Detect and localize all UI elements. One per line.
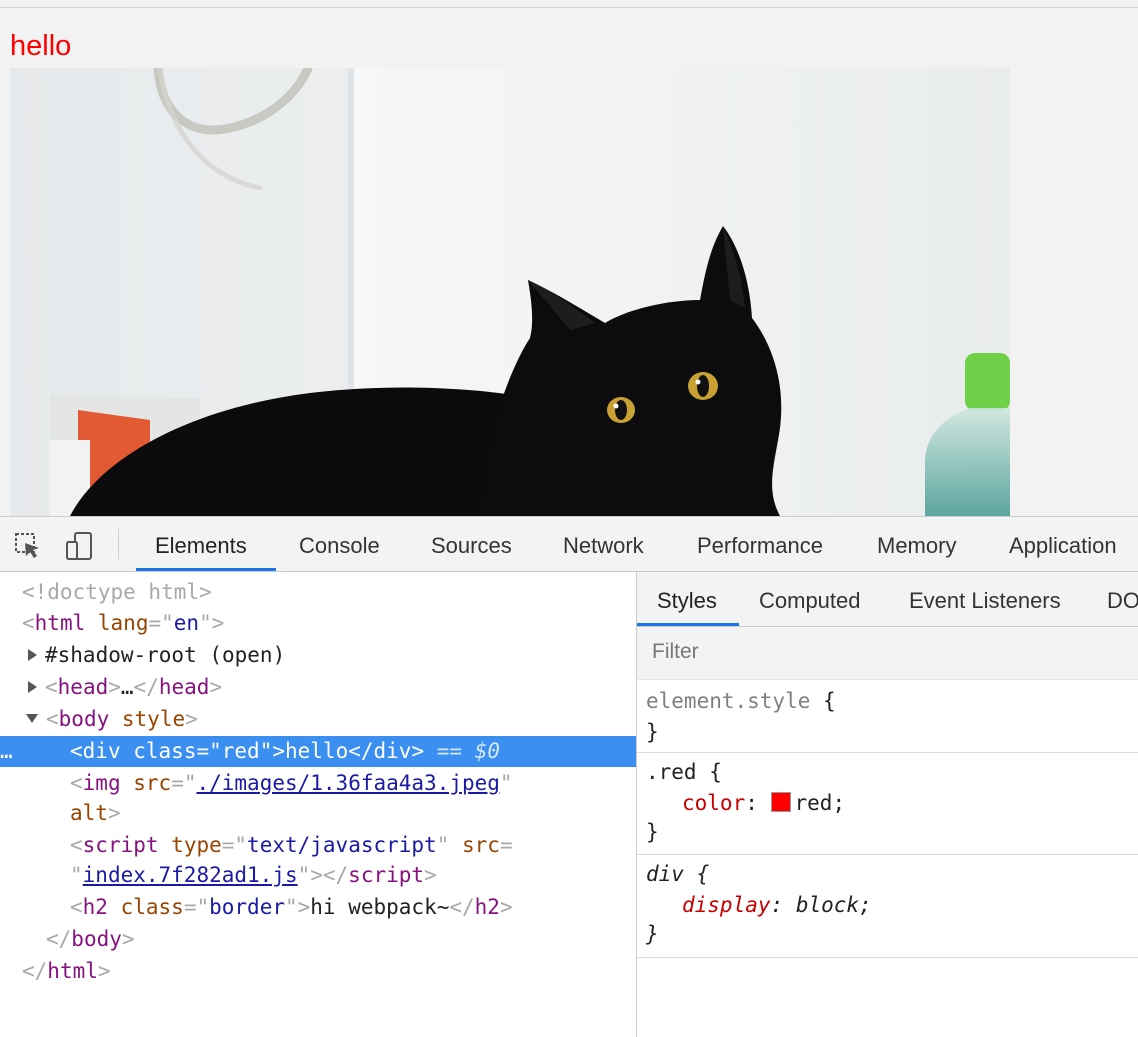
tab-styles[interactable]: Styles — [657, 572, 717, 626]
dom-node-img-continued[interactable]: alt> — [70, 798, 121, 829]
attr-name: class — [133, 739, 197, 763]
dom-node-img[interactable]: <img src="./images/1.36faa4a3.jpeg" — [70, 768, 513, 799]
dom-node-head[interactable]: <head>…</head> — [28, 672, 222, 703]
cat-photo — [10, 68, 1010, 516]
attr-value: border — [209, 895, 285, 919]
dom-node-script-continued[interactable]: "index.7f282ad1.js"></script> — [70, 860, 437, 891]
node-text: hi webpack~ — [310, 895, 450, 919]
attr-value: text/javascript — [247, 833, 437, 857]
dom-tree: <!doctype html> <html lang="en"> #shadow… — [0, 572, 636, 1037]
node-actions-ellipsis[interactable]: … — [0, 736, 13, 767]
expand-triangle-icon[interactable] — [28, 681, 37, 693]
rule-close-brace: } — [646, 922, 659, 946]
tag-name: html — [47, 959, 98, 983]
rule-close-brace: } — [646, 720, 659, 744]
dom-node-h2[interactable]: <h2 class="border">hi webpack~</h2> — [70, 892, 513, 923]
toolbar-separator — [118, 529, 119, 559]
style-declaration-display[interactable]: display: block; — [682, 890, 872, 921]
dom-node-body[interactable]: <body style> — [26, 704, 198, 735]
color-swatch-icon[interactable] — [770, 792, 791, 812]
inspect-element-icon[interactable] — [13, 531, 43, 561]
attr-name: style — [121, 707, 186, 731]
attr-name: src — [133, 771, 172, 795]
device-toolbar-icon[interactable] — [64, 531, 94, 561]
img-src-link[interactable]: ./images/1.36faa4a3.jpeg — [196, 771, 499, 795]
attr-name: src — [462, 833, 500, 857]
tag-name: h2 — [474, 895, 500, 919]
property-value: block — [795, 893, 860, 917]
dom-node-div-selected[interactable]: … <div class="red">hello</div> == $0 — [0, 736, 636, 767]
tag-name: script — [82, 833, 159, 857]
rule-red[interactable]: .red { color: red; } — [637, 753, 1138, 855]
collapse-triangle-icon[interactable] — [26, 714, 38, 723]
attr-value: en — [173, 611, 200, 635]
tag-name: head — [158, 675, 210, 699]
attr-name: class — [120, 895, 184, 919]
tab-network[interactable]: Network — [563, 517, 644, 571]
shadow-root-text: #shadow-root (open) — [45, 643, 286, 667]
node-text: hello — [285, 739, 349, 763]
styles-filter-bar: Filter — [637, 627, 1138, 680]
tab-sources[interactable]: Sources — [431, 517, 512, 571]
tag-name: div — [82, 739, 121, 763]
property-value: red — [794, 791, 833, 815]
hello-text: hello — [10, 30, 72, 62]
tag-name: html — [34, 611, 86, 635]
styles-filter-input[interactable]: Filter — [652, 640, 699, 664]
rule-close-brace: } — [646, 820, 659, 844]
expand-triangle-icon[interactable] — [28, 649, 37, 661]
attr-value: red — [221, 739, 260, 763]
tag-name: div — [373, 739, 412, 763]
styles-sidebar: Styles Computed Event Listeners DO Filte… — [637, 572, 1138, 1037]
tab-computed[interactable]: Computed — [759, 572, 861, 626]
dom-node-script[interactable]: <script type="text/javascript" src= — [70, 830, 513, 861]
attr-name: type — [171, 833, 222, 857]
rule-div-user-agent[interactable]: div { display: block; } — [637, 855, 1138, 958]
doctype-text: <!doctype html> — [22, 580, 212, 604]
tab-elements[interactable]: Elements — [155, 517, 247, 571]
collapsed-ellipsis: … — [120, 675, 134, 699]
tag-name: head — [57, 675, 109, 699]
tab-application[interactable]: Application — [1009, 517, 1117, 571]
dom-node-doctype[interactable]: <!doctype html> — [22, 577, 212, 608]
viewport-top-border — [0, 7, 1138, 8]
dom-node-shadow-root[interactable]: #shadow-root (open) — [28, 640, 285, 671]
attr-name: alt — [70, 801, 108, 825]
tag-name: body — [58, 707, 110, 731]
tab-dom-breakpoints[interactable]: DO — [1107, 572, 1138, 626]
active-tab-indicator — [136, 568, 276, 571]
tab-memory[interactable]: Memory — [877, 517, 956, 571]
dom-node-body-close[interactable]: </body> — [46, 924, 135, 955]
styles-tab-bar: Styles Computed Event Listeners DO — [637, 572, 1138, 627]
attr-name: lang — [97, 611, 149, 635]
rule-element-style[interactable]: element.style { } — [637, 680, 1138, 753]
dom-node-html[interactable]: <html lang="en"> — [22, 608, 224, 639]
active-styles-tab-indicator — [637, 623, 739, 626]
rule-selector: div — [646, 862, 684, 886]
rule-open-brace: { — [696, 862, 710, 886]
tab-console[interactable]: Console — [299, 517, 380, 571]
dom-node-html-close[interactable]: </html> — [22, 956, 111, 987]
tag-name: img — [82, 771, 121, 795]
rule-open-brace: { — [709, 760, 722, 784]
script-src-link[interactable]: index.7f282ad1.js — [83, 863, 298, 887]
property-name: color — [682, 791, 746, 815]
tab-event-listeners[interactable]: Event Listeners — [909, 572, 1061, 626]
rule-open-brace: { — [823, 689, 836, 713]
page-viewport: hello — [0, 0, 1138, 516]
style-declaration-color[interactable]: color: red; — [682, 788, 845, 819]
tag-name: script — [348, 863, 425, 887]
tag-name: body — [71, 927, 122, 951]
tag-name: h2 — [82, 895, 108, 919]
rule-selector: element.style — [646, 689, 811, 713]
rule-selector: .red — [646, 760, 697, 784]
tab-performance[interactable]: Performance — [697, 517, 823, 571]
property-name: display — [682, 893, 771, 917]
devtools-toolbar: Elements Console Sources Network Perform… — [0, 517, 1138, 572]
devtools-panel: Elements Console Sources Network Perform… — [0, 516, 1138, 1037]
console-ref-marker: == $0 — [436, 739, 500, 763]
